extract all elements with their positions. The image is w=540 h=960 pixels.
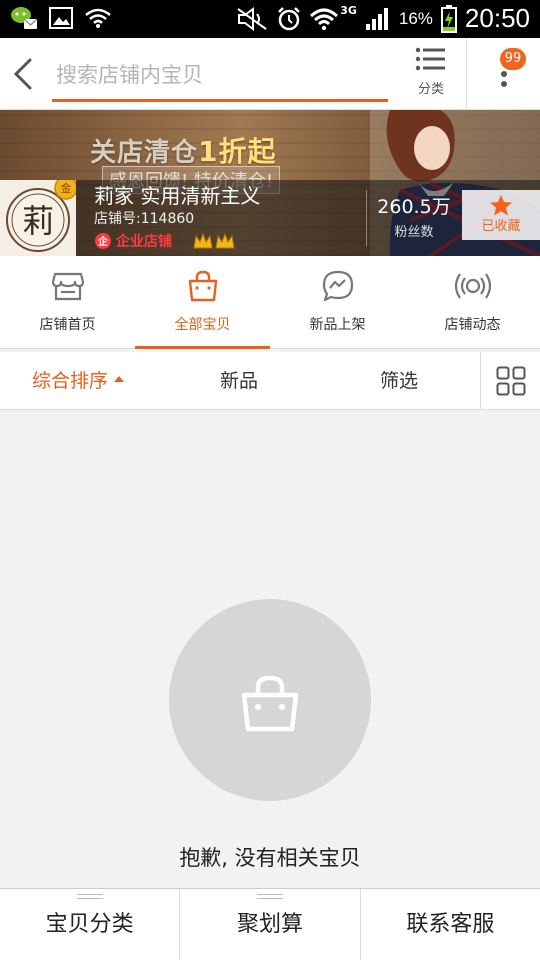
search-input[interactable] bbox=[52, 54, 388, 96]
battery-charging-icon bbox=[440, 4, 457, 33]
bag-icon bbox=[188, 270, 217, 302]
gold-badge-text: 金 bbox=[61, 181, 72, 195]
sort-composite-label: 综合排序 bbox=[32, 370, 109, 392]
grip-handle-icon bbox=[76, 894, 103, 899]
clock: 20:50 bbox=[464, 3, 530, 33]
tab-new-arrivals-label: 新品上架 bbox=[309, 317, 366, 333]
wifi-icon bbox=[310, 8, 339, 30]
tab-new-arrivals[interactable]: 新品上架 bbox=[270, 256, 405, 348]
view-toggle-button[interactable] bbox=[480, 352, 540, 410]
alarm-icon bbox=[278, 6, 301, 30]
notification-badge: 99 bbox=[500, 48, 526, 70]
more-menu-button[interactable]: 99 bbox=[484, 46, 528, 102]
contact-service-label: 联系客服 bbox=[406, 912, 495, 937]
fans-count: 260.5万 bbox=[377, 196, 451, 218]
shop-logo[interactable]: 莉 金 bbox=[0, 176, 78, 256]
juhuasuan-label: 聚划算 bbox=[236, 912, 303, 937]
shop-logo-char: 莉 bbox=[22, 202, 54, 240]
store-icon bbox=[51, 272, 84, 301]
wifi-alt-icon bbox=[85, 8, 111, 28]
mute-icon bbox=[237, 6, 267, 31]
battery-percent: 16% bbox=[398, 8, 433, 28]
status-bar-left bbox=[10, 5, 112, 31]
status-bar-right: 3G 16% 20:50 bbox=[236, 3, 530, 34]
promo-prefix: 关店清仓 bbox=[90, 138, 199, 168]
enterprise-icon: 企 bbox=[95, 233, 111, 249]
fans-divider bbox=[366, 190, 367, 246]
promo-highlight: 1折起 bbox=[198, 135, 277, 168]
item-categories-label: 宝贝分类 bbox=[45, 912, 134, 937]
crown-icon bbox=[193, 232, 235, 249]
header-divider bbox=[466, 38, 467, 110]
tab-shop-updates-label: 店铺动态 bbox=[444, 317, 501, 333]
back-button[interactable] bbox=[8, 52, 44, 96]
enterprise-shop-label: 企业店铺 bbox=[116, 234, 172, 250]
favorite-label: 已收藏 bbox=[481, 219, 521, 234]
tab-all-items[interactable]: 全部宝贝 bbox=[135, 256, 270, 349]
status-bar: 3G 16% 20:50 bbox=[0, 0, 540, 38]
banner-promo-text: 关店清仓1折起 bbox=[90, 130, 277, 170]
empty-state-illustration bbox=[169, 599, 371, 801]
shop-logo-image: 莉 金 bbox=[6, 176, 78, 252]
enterprise-shop-tag: 企 企业店铺 bbox=[94, 231, 172, 251]
favorite-button[interactable]: 已收藏 bbox=[462, 190, 540, 240]
tab-all-items-label: 全部宝贝 bbox=[174, 317, 231, 333]
signal-icon bbox=[365, 7, 388, 30]
shop-tabs: 店铺首页 全部宝贝 新品上架 店铺动态 bbox=[0, 256, 540, 349]
shop-name: 莉家 实用清新主义 bbox=[94, 184, 261, 208]
chevron-left-icon bbox=[13, 58, 32, 90]
category-button[interactable]: 分类 bbox=[408, 46, 454, 104]
crown-rating bbox=[192, 230, 236, 257]
fans-label: 粉丝数 bbox=[394, 225, 434, 240]
network-type: 3G bbox=[340, 4, 357, 17]
new-arrival-icon bbox=[322, 270, 353, 302]
star-icon bbox=[490, 195, 512, 216]
caret-up-icon bbox=[114, 375, 125, 382]
contact-service-button[interactable]: 联系客服 bbox=[361, 889, 540, 960]
item-categories-button[interactable]: 宝贝分类 bbox=[0, 889, 181, 960]
juhuasuan-button[interactable]: 聚划算 bbox=[180, 889, 361, 960]
empty-bag-icon bbox=[241, 675, 299, 732]
tab-store-home-label: 店铺首页 bbox=[39, 317, 96, 333]
wechat-notification-icon bbox=[11, 7, 38, 29]
sort-bar: 综合排序 新品 筛选 bbox=[0, 352, 540, 410]
grip-handle-icon bbox=[256, 894, 283, 899]
list-icon bbox=[415, 47, 445, 71]
shop-id: 店铺号:114860 bbox=[94, 211, 195, 227]
broadcast-icon bbox=[454, 273, 491, 299]
tab-shop-updates[interactable]: 店铺动态 bbox=[405, 256, 540, 348]
sort-filter[interactable]: 筛选 bbox=[380, 352, 418, 410]
image-notification-icon bbox=[49, 7, 73, 29]
bottom-action-bar: 宝贝分类 聚划算 联系客服 bbox=[0, 888, 540, 960]
tab-store-home[interactable]: 店铺首页 bbox=[0, 256, 135, 348]
grid-view-icon bbox=[496, 366, 526, 396]
sort-composite[interactable]: 综合排序 bbox=[32, 352, 125, 410]
search-box bbox=[52, 54, 388, 102]
sort-new[interactable]: 新品 bbox=[220, 352, 258, 410]
empty-state-message: 抱歉, 没有相关宝贝 bbox=[179, 846, 361, 870]
search-header: 分类 99 bbox=[0, 38, 540, 110]
svg-text:企: 企 bbox=[97, 235, 109, 248]
category-label: 分类 bbox=[417, 82, 444, 97]
